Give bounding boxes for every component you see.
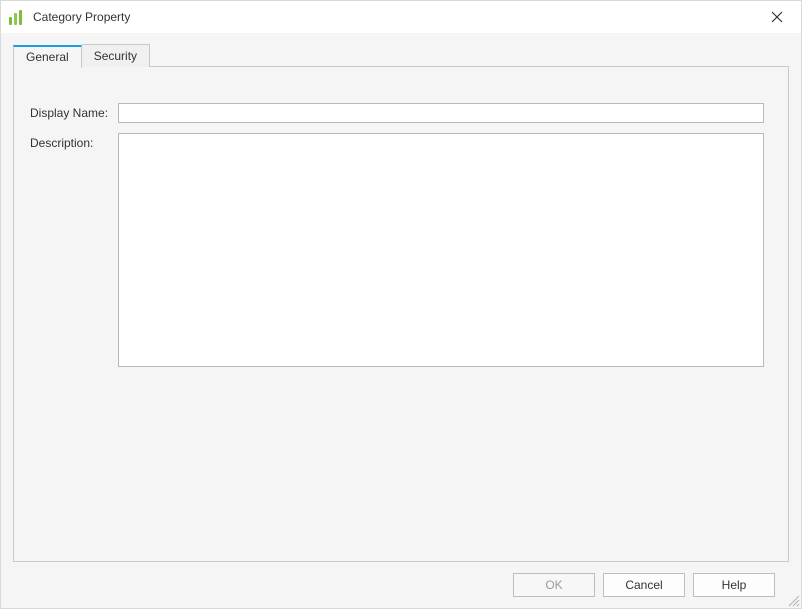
close-button[interactable] [757, 3, 797, 31]
label-display-name: Display Name: [30, 103, 118, 120]
cancel-button[interactable]: Cancel [603, 573, 685, 597]
row-display-name: Display Name: [30, 103, 764, 123]
row-description: Description: [30, 133, 764, 367]
tab-general[interactable]: General [13, 45, 82, 68]
help-button[interactable]: Help [693, 573, 775, 597]
close-icon [771, 11, 783, 23]
titlebar: Category Property [1, 1, 801, 33]
label-description: Description: [30, 133, 118, 150]
client-area: General Security Display Name: Descripti… [1, 33, 801, 608]
input-description[interactable] [118, 133, 764, 367]
window-title: Category Property [33, 10, 130, 24]
app-icon [9, 9, 25, 25]
tab-panel-general: Display Name: Description: [13, 66, 789, 562]
dialog-window: Category Property General Security Displ… [0, 0, 802, 609]
tabstrip: General Security [13, 43, 789, 67]
button-bar: OK Cancel Help [13, 562, 789, 608]
ok-button[interactable]: OK [513, 573, 595, 597]
tab-security[interactable]: Security [82, 44, 150, 67]
input-display-name[interactable] [118, 103, 764, 123]
